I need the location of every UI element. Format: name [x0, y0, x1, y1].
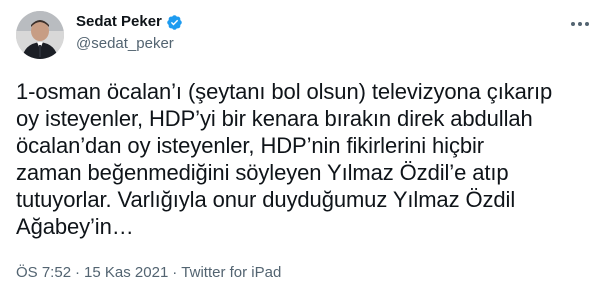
tweet-meta: ÖS 7:52 · 15 Kas 2021 · Twitter for iPad	[16, 263, 281, 283]
more-options-icon[interactable]	[568, 14, 592, 34]
tweet-source[interactable]: Twitter for iPad	[181, 263, 281, 283]
tweet-time[interactable]: ÖS 7:52	[16, 263, 71, 283]
verified-badge-icon	[167, 14, 182, 30]
tweet-card: Sedat Peker @sedat_peker 1-osman öcalan’…	[0, 0, 610, 304]
meta-separator: ·	[75, 264, 81, 281]
avatar[interactable]	[16, 11, 64, 59]
meta-separator: ·	[172, 264, 178, 281]
author-handle[interactable]: @sedat_peker	[76, 34, 174, 54]
tweet-date[interactable]: 15 Kas 2021	[84, 263, 168, 283]
avatar-image	[16, 11, 64, 59]
tweet-text: 1-osman öcalan’ı (şeytanı bol olsun) tel…	[16, 79, 553, 239]
author-name[interactable]: Sedat Peker	[76, 12, 162, 32]
author-name-row[interactable]: Sedat Peker	[76, 12, 183, 32]
